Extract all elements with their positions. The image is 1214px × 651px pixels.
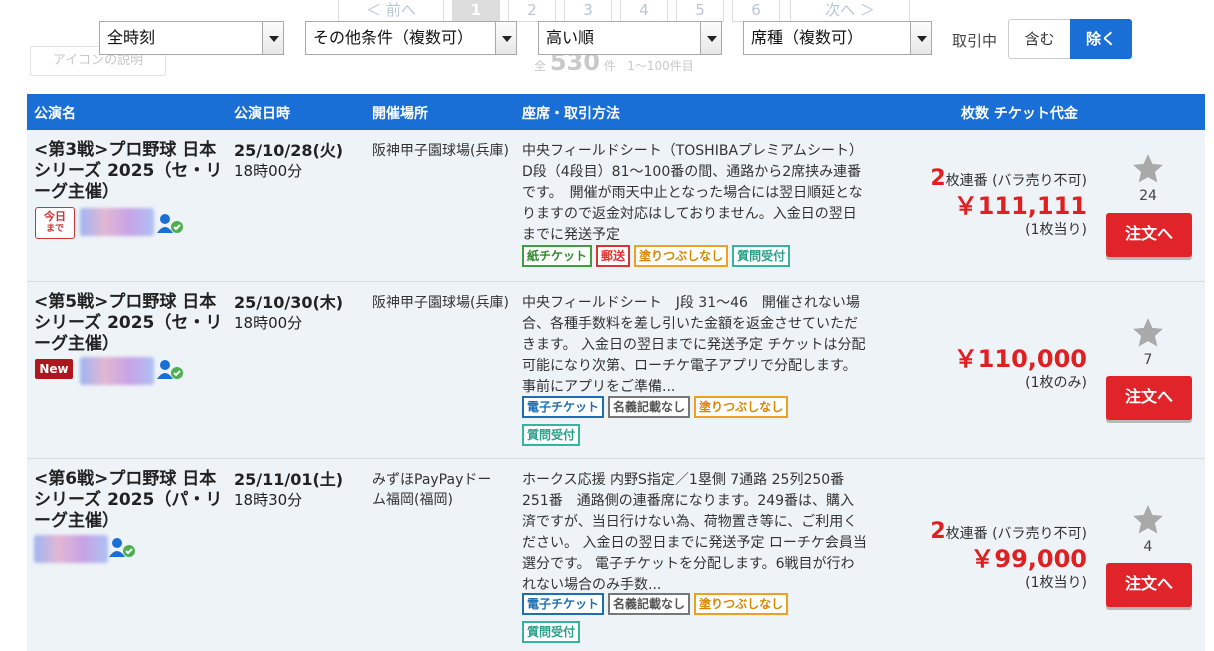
- trading-label: 取引中: [952, 32, 998, 50]
- price-per: (1枚のみ): [1025, 375, 1087, 391]
- star-icon[interactable]: [1131, 152, 1165, 186]
- favorite-count: 4: [1143, 539, 1153, 555]
- seat-description: 中央フィールドシート J段 31〜46 開催されない場合、各種手数料を差し引いた…: [522, 295, 866, 395]
- ticket-table: 公演名 公演日時 開催場所 座席・取引方法 枚数 チケット代金 <第3戦>プロ野…: [27, 94, 1205, 651]
- time-value: 18時00分: [234, 314, 303, 332]
- tag-list: 電子チケット 名義記載なし 塗りつぶしなし質問受付: [522, 396, 822, 452]
- conditions-select-value: その他条件（複数可）: [313, 28, 474, 47]
- deadline-today-badge: 今日 まで: [35, 207, 75, 239]
- quantity: 2枚連番 (バラ売り不可): [930, 166, 1087, 191]
- header-venue: 開催場所: [372, 106, 428, 122]
- event-date: 25/10/28(火) 18時00分: [234, 141, 343, 181]
- event-date: 25/10/30(木) 18時00分: [234, 293, 343, 333]
- tag-e-ticket: 電子チケット: [522, 593, 605, 615]
- price-per: (1枚当り): [1025, 575, 1087, 591]
- ticket-price: ￥110,000: [953, 345, 1087, 373]
- header-datetime: 公演日時: [234, 106, 290, 122]
- ticket-price: ￥99,000: [970, 545, 1087, 573]
- quantity: 2枚連番 (バラ売り不可): [930, 519, 1087, 544]
- star-icon[interactable]: [1131, 316, 1165, 350]
- tag-no-name: 名義記載なし: [608, 396, 691, 418]
- time-value: 18時30分: [234, 491, 303, 509]
- order-button[interactable]: 注文へ: [1106, 563, 1192, 607]
- date-value: 25/11/01(土): [234, 470, 344, 489]
- event-venue: みずほPayPayドーム福岡(福岡): [372, 472, 492, 508]
- badge-today-text: 今日: [44, 210, 66, 223]
- tag-list: 紙チケット 郵送 塗りつぶしなし 質問受付: [522, 245, 794, 273]
- tag-no-name: 名義記載なし: [608, 593, 691, 615]
- new-badge: New: [35, 359, 73, 379]
- favorite-count: 7: [1143, 352, 1153, 368]
- user-verified-icon: [157, 360, 183, 379]
- quantity-text: 枚連番 (バラ売り不可): [945, 173, 1087, 189]
- time-select[interactable]: 全時刻: [99, 21, 284, 55]
- table-header: 公演名 公演日時 開催場所 座席・取引方法 枚数 チケット代金: [27, 94, 1205, 130]
- seller-name-blurred: [80, 357, 154, 385]
- badge-today-sub: まで: [45, 224, 64, 234]
- event-venue: 阪神甲子園球場(兵庫): [372, 143, 509, 159]
- user-verified-icon: [157, 214, 183, 233]
- tag-questions: 質問受付: [522, 424, 581, 446]
- tag-paper-ticket: 紙チケット: [522, 245, 593, 267]
- order-button[interactable]: 注文へ: [1106, 213, 1192, 257]
- sort-select[interactable]: 高い順: [538, 21, 722, 55]
- ticket-price: ￥111,111: [953, 192, 1087, 220]
- quantity-number: 2: [930, 166, 946, 191]
- tag-questions: 質問受付: [522, 621, 581, 643]
- price-per: (1枚当り): [1025, 222, 1087, 238]
- table-row: <第5戦>プロ野球 日本シリーズ 2025（セ・リーグ主催） New 25/10…: [27, 282, 1205, 459]
- include-toggle[interactable]: 含む: [1008, 19, 1071, 59]
- table-row: <第6戦>プロ野球 日本シリーズ 2025（パ・リーグ主催） 25/11/01(…: [27, 459, 1205, 651]
- tag-mail: 郵送: [596, 245, 631, 267]
- star-icon[interactable]: [1131, 503, 1165, 537]
- seat-description: ホークス応援 内野S指定／1塁側 7通路 25列250番 251番 通路側の連番…: [522, 472, 867, 593]
- header-seat: 座席・取引方法: [522, 106, 620, 122]
- tag-no-blackout: 塗りつぶしなし: [634, 245, 729, 267]
- price-box: 2枚連番 (バラ売り不可) ￥99,000 (1枚当り): [930, 519, 1087, 592]
- tag-no-blackout: 塗りつぶしなし: [694, 593, 789, 615]
- tag-list: 電子チケット 名義記載なし 塗りつぶしなし質問受付: [522, 593, 822, 649]
- quantity-number: 2: [930, 519, 946, 544]
- event-title[interactable]: <第5戦>プロ野球 日本シリーズ 2025（セ・リーグ主催）: [34, 292, 224, 355]
- table-row: <第3戦>プロ野球 日本シリーズ 2025（セ・リーグ主催） 今日 まで 25/…: [27, 130, 1205, 282]
- quantity-text: 枚連番 (バラ売り不可): [945, 526, 1087, 542]
- seller-name-blurred: [80, 208, 154, 236]
- time-select-value: 全時刻: [107, 28, 156, 47]
- price-box: 2枚連番 (バラ売り不可) ￥111,111 (1枚当り): [930, 166, 1087, 239]
- event-title[interactable]: <第3戦>プロ野球 日本シリーズ 2025（セ・リーグ主催）: [34, 140, 224, 203]
- user-verified-icon: [109, 538, 135, 557]
- sort-select-value: 高い順: [546, 28, 595, 47]
- date-value: 25/10/30(木): [234, 293, 344, 312]
- favorite-count: 24: [1139, 188, 1157, 204]
- conditions-select[interactable]: その他条件（複数可）: [305, 21, 517, 55]
- exclude-toggle[interactable]: 除く: [1070, 19, 1132, 59]
- header-price: 枚数 チケット代金: [961, 106, 1078, 122]
- filter-bar: 全時刻 その他条件（複数可） 高い順 席種（複数可） 取引中 含む 除く: [0, 16, 1214, 64]
- tag-no-blackout: 塗りつぶしなし: [694, 396, 789, 418]
- header-name: 公演名: [34, 106, 76, 122]
- tag-e-ticket: 電子チケット: [522, 396, 605, 418]
- dropdown-arrow-icon: [910, 22, 931, 54]
- seat-type-select[interactable]: 席種（複数可）: [743, 21, 932, 55]
- dropdown-arrow-icon: [495, 22, 516, 54]
- date-value: 25/10/28(火): [234, 141, 344, 160]
- event-date: 25/11/01(土) 18時30分: [234, 470, 343, 510]
- event-title[interactable]: <第6戦>プロ野球 日本シリーズ 2025（パ・リーグ主催）: [34, 469, 224, 532]
- seller-name-blurred: [34, 535, 108, 563]
- event-venue: 阪神甲子園球場(兵庫): [372, 295, 509, 311]
- time-value: 18時00分: [234, 162, 303, 180]
- dropdown-arrow-icon: [700, 22, 721, 54]
- order-button[interactable]: 注文へ: [1106, 376, 1192, 420]
- seat-type-select-value: 席種（複数可）: [751, 28, 864, 47]
- tag-questions: 質問受付: [732, 245, 791, 267]
- dropdown-arrow-icon: [262, 22, 283, 54]
- price-box: ￥110,000 (1枚のみ): [954, 344, 1087, 392]
- seat-description: 中央フィールドシート（TOSHIBAプレミアムシート）D段（4段目）81〜100…: [522, 143, 864, 243]
